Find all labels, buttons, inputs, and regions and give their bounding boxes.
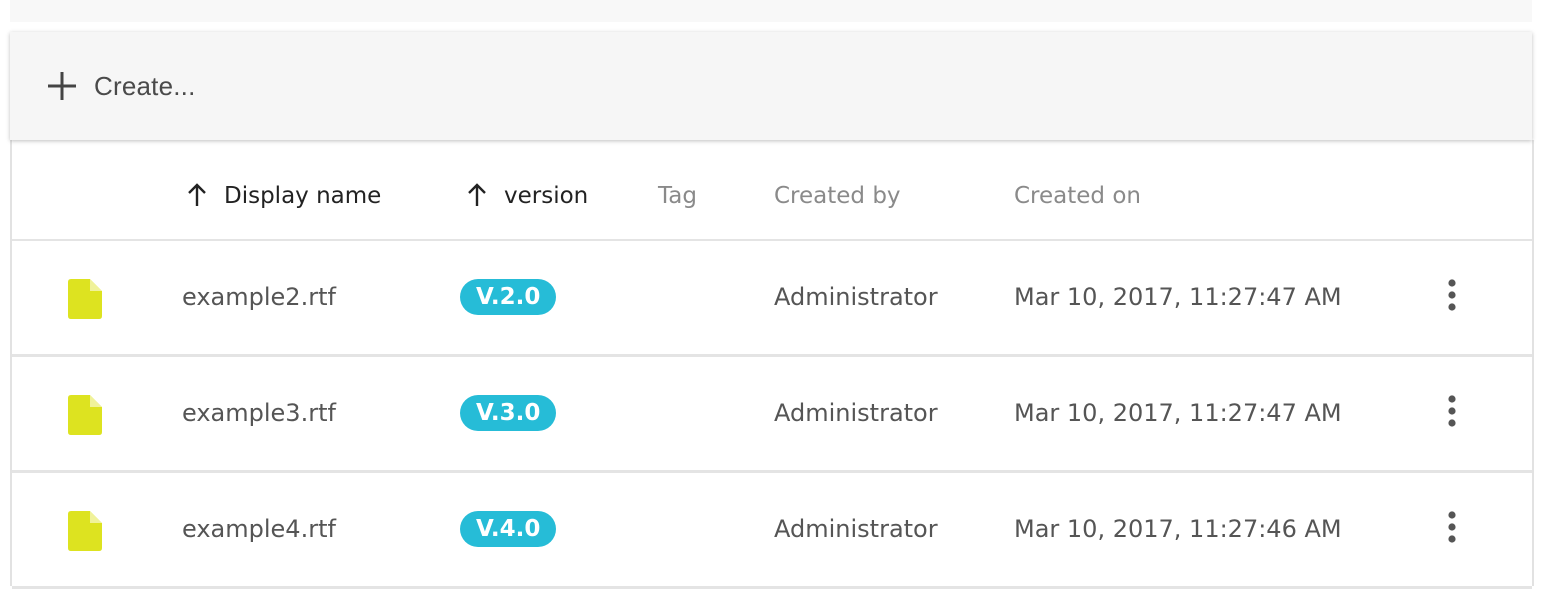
created-by: Administrator <box>774 399 938 427</box>
table-header: Display name version Tag Created by Crea… <box>12 140 1532 241</box>
column-header-tag[interactable]: Tag <box>658 178 697 214</box>
create-label: Create... <box>94 70 196 101</box>
top-strip <box>10 0 1532 22</box>
file-icon <box>68 395 102 435</box>
more-vert-icon <box>1447 394 1457 432</box>
create-button[interactable]: Create... <box>46 62 196 110</box>
arrow-up-icon <box>186 182 210 210</box>
file-name[interactable]: example3.rtf <box>182 395 336 431</box>
column-header-label: Created on <box>1014 183 1141 209</box>
table-row[interactable]: example4.rtf V.4.0 Administrator Mar 10,… <box>12 473 1532 589</box>
column-header-created-on[interactable]: Created on <box>1014 178 1141 214</box>
toolbar: Create... <box>10 32 1532 140</box>
file-name[interactable]: example2.rtf <box>182 279 336 315</box>
plus-icon <box>46 70 78 102</box>
version-badge: V.4.0 <box>460 511 557 547</box>
column-header-label: Display name <box>224 183 382 209</box>
row-menu-button[interactable] <box>1436 393 1468 433</box>
documents-table: Display name version Tag Created by Crea… <box>10 140 1534 589</box>
table-row[interactable]: example3.rtf V.3.0 Administrator Mar 10,… <box>12 357 1532 473</box>
column-header-created-by[interactable]: Created by <box>774 178 901 214</box>
column-header-display-name[interactable]: Display name <box>186 178 381 214</box>
created-on: Mar 10, 2017, 11:27:46 AM <box>1014 515 1342 543</box>
more-vert-icon <box>1447 278 1457 316</box>
created-on: Mar 10, 2017, 11:27:47 AM <box>1014 283 1342 311</box>
row-menu-button[interactable] <box>1436 509 1468 549</box>
row-menu-button[interactable] <box>1436 277 1468 317</box>
table-row[interactable]: example2.rtf V.2.0 Administrator Mar 10,… <box>12 241 1532 357</box>
arrow-up-icon <box>466 182 490 210</box>
column-header-label: Tag <box>658 183 697 209</box>
column-header-label: version <box>504 183 589 209</box>
version-badge: V.3.0 <box>460 395 557 431</box>
more-vert-icon <box>1447 510 1457 548</box>
created-on: Mar 10, 2017, 11:27:47 AM <box>1014 399 1342 427</box>
created-by: Administrator <box>774 515 938 543</box>
file-icon <box>68 511 102 551</box>
file-icon <box>68 279 102 319</box>
created-by: Administrator <box>774 283 938 311</box>
column-header-version[interactable]: version <box>466 178 588 214</box>
version-badge: V.2.0 <box>460 279 557 315</box>
column-header-label: Created by <box>774 183 901 209</box>
file-name[interactable]: example4.rtf <box>182 511 336 547</box>
